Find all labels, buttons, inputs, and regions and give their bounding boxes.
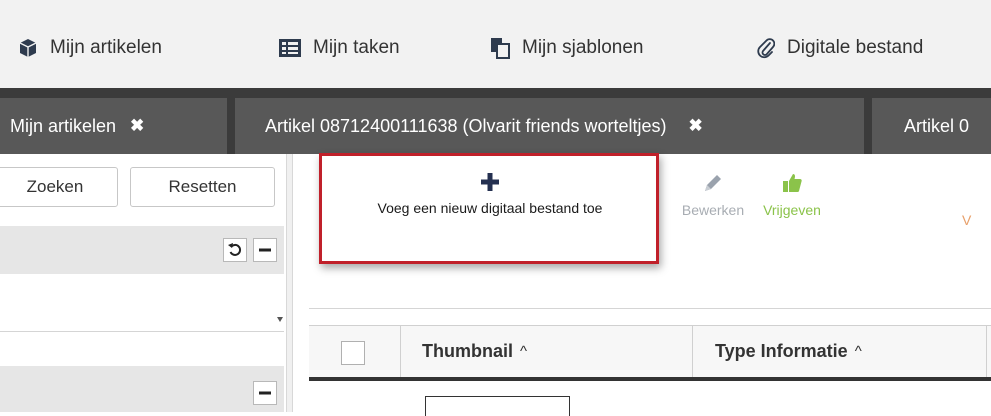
column-divider [692, 326, 693, 377]
filter-section-header [0, 366, 284, 412]
collapse-section-button[interactable] [253, 381, 277, 405]
nav-item-label: Mijn taken [313, 37, 400, 58]
thumbnail-image [425, 396, 570, 416]
release-label: Vrijgeven [763, 202, 821, 218]
column-header-label: Thumbnail [422, 341, 513, 361]
minus-icon [259, 248, 271, 252]
reset-button-label: Resetten [168, 177, 237, 196]
tab-mijn-artikelen[interactable]: Mijn artikelen ✖ [0, 98, 227, 154]
collapse-button[interactable] [253, 238, 277, 262]
sort-ascending-icon: ^ [520, 343, 528, 360]
nav-item-label: Mijn artikelen [50, 37, 162, 58]
edit-label: Bewerken [681, 202, 745, 218]
dropdown-caret-icon [277, 317, 283, 322]
select-all-checkbox[interactable] [341, 341, 365, 365]
search-button-label: Zoeken [26, 177, 84, 196]
column-divider [400, 326, 401, 377]
tab-artikel-olvarit[interactable]: Artikel 08712400111638 (Olvarit friends … [235, 98, 864, 154]
pencil-icon [705, 175, 721, 191]
task-list-icon [279, 39, 301, 57]
column-divider [986, 326, 987, 377]
nav-item-mijn-sjablonen[interactable]: Mijn sjablonen [490, 35, 643, 61]
column-header-label: Type Informatie [715, 341, 848, 361]
tab-artikel-other[interactable]: Artikel 0 [872, 98, 991, 154]
nav-item-mijn-taken[interactable]: Mijn taken [279, 35, 400, 61]
paperclip-icon [757, 38, 775, 59]
highlight-box [319, 153, 659, 264]
panel-splitter[interactable] [286, 154, 293, 412]
sort-ascending-icon: ^ [854, 343, 862, 360]
nav-item-label: Mijn sjablonen [522, 37, 644, 58]
filter-field[interactable] [0, 293, 284, 332]
refresh-button[interactable] [223, 238, 247, 262]
nav-item-mijn-artikelen[interactable]: Mijn artikelen [18, 35, 162, 61]
search-button[interactable]: Zoeken [0, 167, 118, 207]
refresh-icon [228, 243, 242, 256]
tab-label: Mijn artikelen [10, 115, 117, 136]
close-icon[interactable]: ✖ [689, 116, 703, 136]
reset-button[interactable]: Resetten [130, 167, 275, 207]
close-icon[interactable]: ✖ [130, 116, 144, 136]
thumbs-up-icon [783, 174, 802, 192]
nav-item-digitale-bestanden[interactable]: Digitale bestand [757, 35, 923, 61]
minus-icon [259, 391, 271, 395]
grid-header: Thumbnail ^ Type Informatie ^ [309, 325, 991, 381]
tab-label: Artikel 08712400111638 (Olvarit friends … [265, 115, 667, 136]
table-row[interactable] [309, 381, 991, 416]
actions-divider [309, 308, 991, 309]
cut-off-action-label: V [962, 212, 972, 228]
template-copy-icon [491, 38, 510, 59]
nav-item-label: Digitale bestand [787, 37, 924, 58]
column-header-type-informatie[interactable]: Type Informatie ^ [715, 326, 862, 377]
cut-off-action[interactable]: V [962, 212, 982, 228]
release-button[interactable]: Vrijgeven [752, 172, 832, 218]
cube-icon [19, 39, 37, 57]
edit-button[interactable]: Bewerken [667, 172, 759, 218]
column-header-thumbnail[interactable]: Thumbnail ^ [422, 326, 527, 377]
tab-label: Artikel 0 [904, 115, 970, 136]
